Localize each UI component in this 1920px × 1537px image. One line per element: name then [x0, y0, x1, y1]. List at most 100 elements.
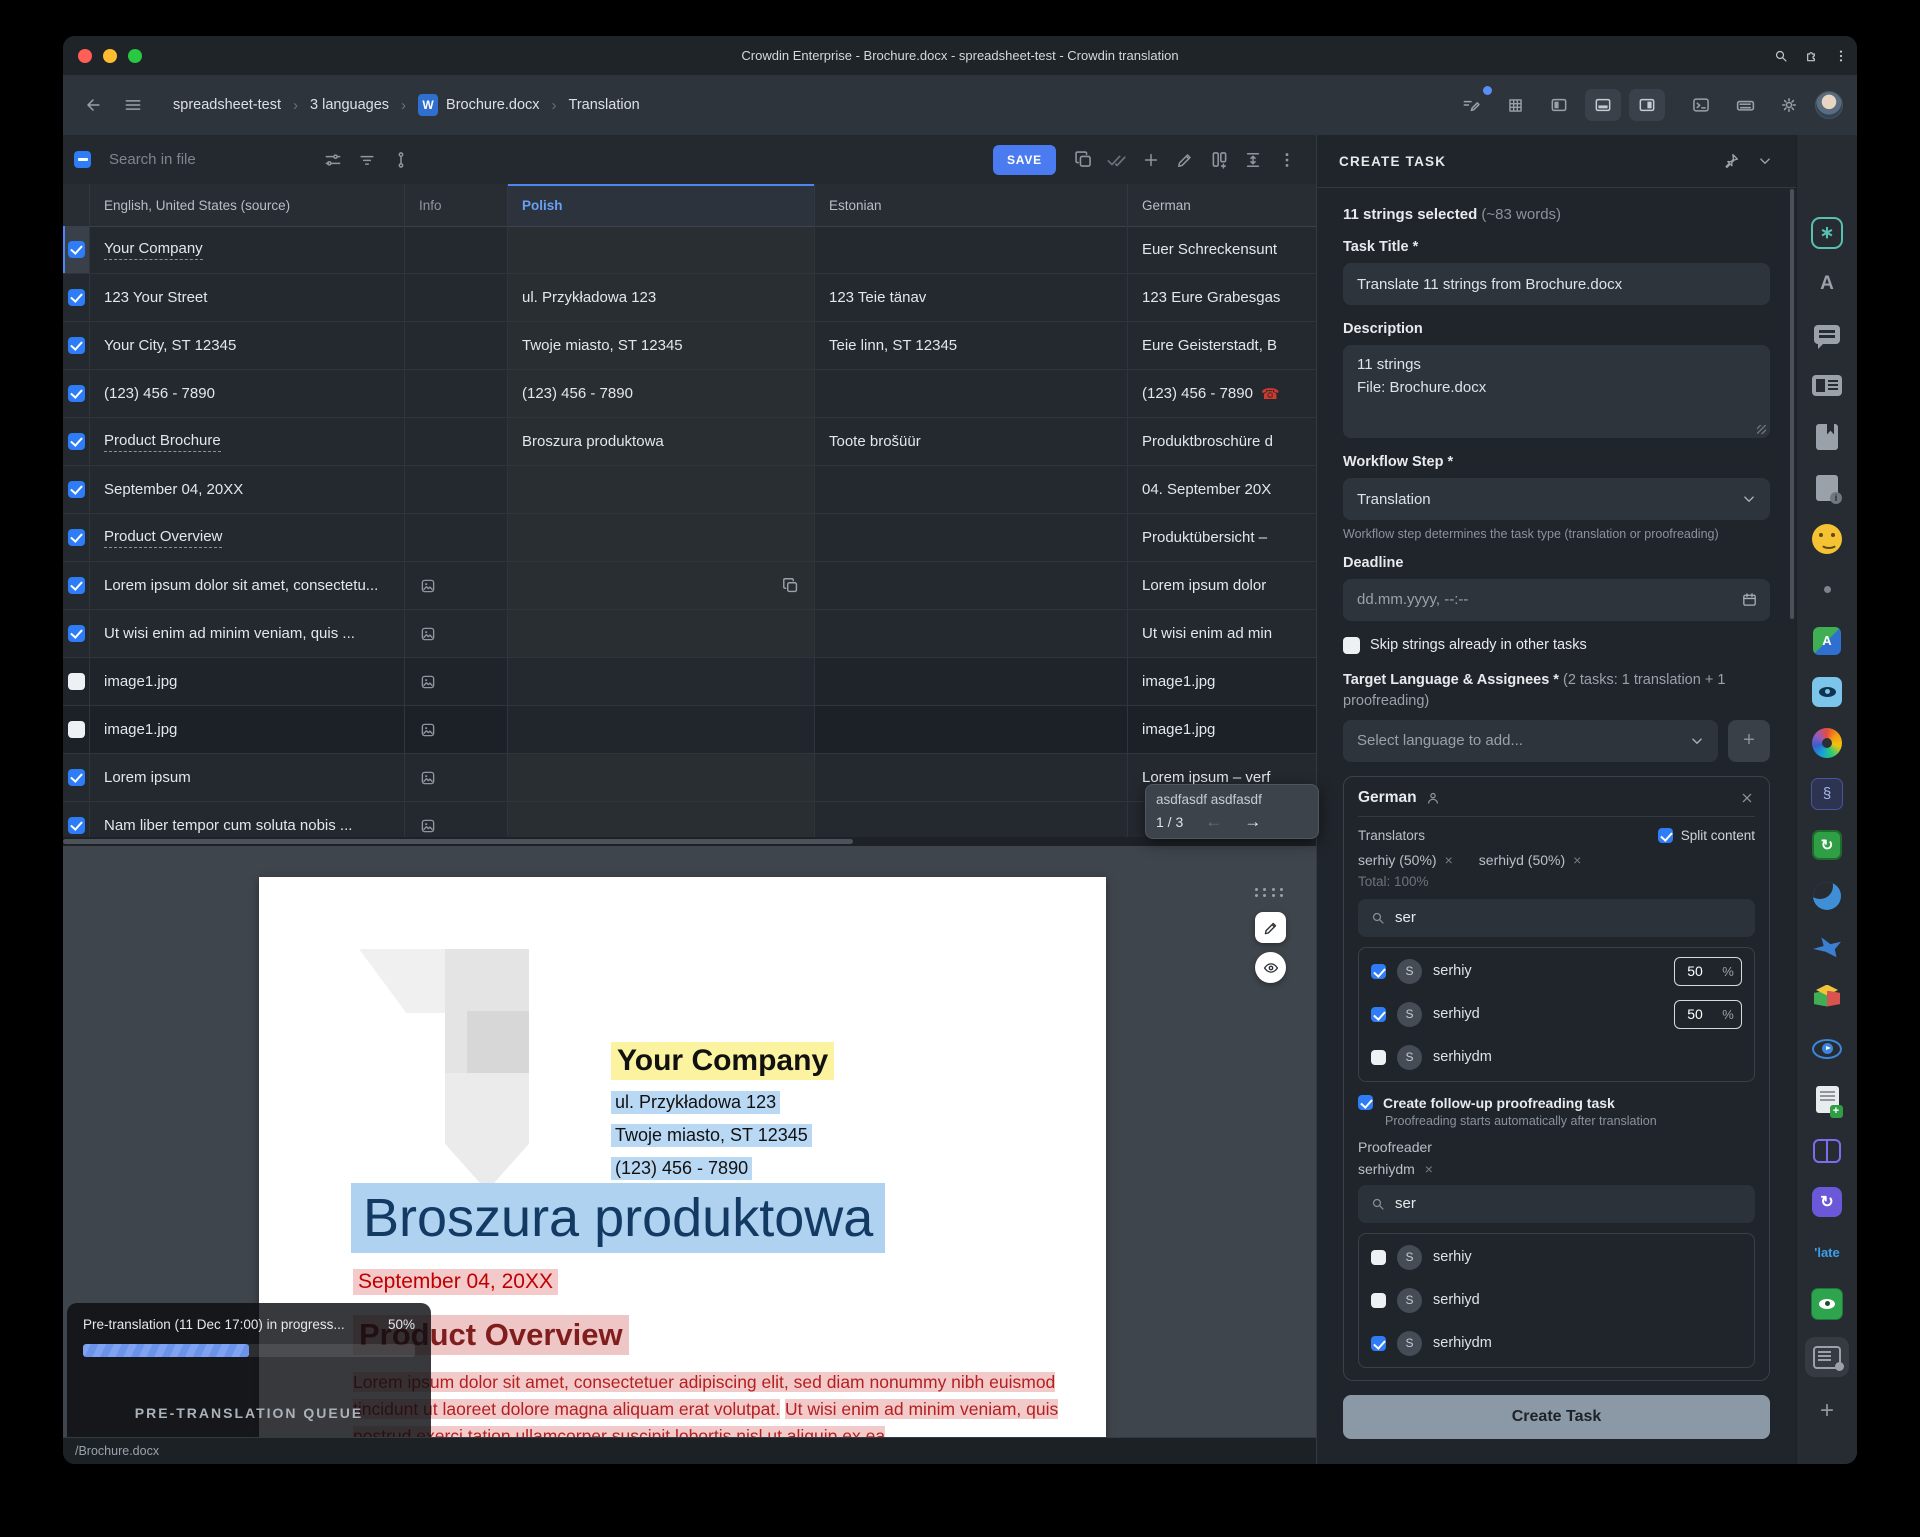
ai-sparkle-icon[interactable]: ∗ — [1797, 207, 1857, 258]
late-app-icon[interactable]: 'late — [1797, 1227, 1857, 1278]
row-checkbox[interactable] — [68, 337, 85, 354]
table-row[interactable]: Your City, ST 12345 Twoje miasto, ST 123… — [63, 322, 1316, 370]
column-header-source[interactable]: English, United States (source) — [90, 184, 405, 226]
blue-bird-icon[interactable] — [1797, 921, 1857, 972]
option-checkbox[interactable] — [1371, 964, 1386, 979]
pre-translation-notification[interactable]: Pre-translation (11 Dec 17:00) in progre… — [67, 1303, 431, 1437]
card-icon[interactable] — [1797, 360, 1857, 411]
back-button[interactable] — [75, 89, 111, 121]
notes-active-icon[interactable] — [1797, 1329, 1857, 1385]
calendar-icon[interactable] — [1741, 591, 1758, 608]
comment-icon[interactable] — [1797, 309, 1857, 360]
image-tag-icon[interactable] — [419, 577, 437, 595]
translate-icon[interactable]: A — [1797, 258, 1857, 309]
preview-edit-button[interactable] — [1255, 912, 1286, 943]
followup-checkbox[interactable] — [1358, 1095, 1373, 1110]
scrollbar-thumb[interactable] — [63, 839, 853, 844]
advanced-filter-button[interactable] — [316, 145, 350, 175]
column-header-polish[interactable]: Polish — [508, 184, 815, 226]
user-avatar[interactable] — [1815, 91, 1843, 119]
add-language-button[interactable]: + — [1728, 720, 1770, 762]
task-title-input[interactable]: Translate 11 strings from Brochure.docx — [1343, 263, 1770, 305]
console-button[interactable] — [1683, 89, 1719, 121]
approve-all-button[interactable] — [1100, 145, 1134, 175]
close-icon[interactable] — [1739, 790, 1755, 806]
breadcrumb-file[interactable]: Brochure.docx — [446, 97, 540, 113]
language-select[interactable]: Select language to add... — [1343, 720, 1718, 762]
pre-translation-button[interactable] — [1453, 89, 1489, 121]
smiley-icon[interactable] — [1797, 513, 1857, 564]
row-checkbox[interactable] — [68, 433, 85, 450]
row-checkbox[interactable] — [68, 241, 85, 258]
breadcrumb-step[interactable]: Translation — [569, 97, 640, 113]
row-checkbox[interactable] — [68, 529, 85, 546]
blue-crescent-icon[interactable] — [1797, 870, 1857, 921]
more-options-button[interactable] — [1270, 145, 1304, 175]
layout-left-button[interactable] — [1541, 89, 1577, 121]
preview-eye-button[interactable] — [1255, 952, 1286, 983]
translator-option[interactable]: S serhiyd 50% — [1371, 993, 1742, 1036]
image-tag-icon[interactable] — [419, 673, 437, 691]
translator-option[interactable]: S serhiy 50% — [1371, 950, 1742, 993]
remove-chip-icon[interactable]: × — [1573, 852, 1581, 868]
green-eye-icon[interactable] — [1797, 1278, 1857, 1329]
grid-view-button[interactable] — [1497, 89, 1533, 121]
settings-button[interactable] — [1771, 89, 1807, 121]
color-wheel-icon[interactable] — [1797, 717, 1857, 768]
breadcrumb-project[interactable]: spreadsheet-test — [173, 97, 281, 113]
option-checkbox[interactable] — [1371, 1336, 1386, 1351]
image-tag-icon[interactable] — [419, 769, 437, 787]
table-row[interactable]: Your Company Euer Schreckensunt — [63, 226, 1316, 274]
doc-info-icon[interactable] — [1797, 462, 1857, 513]
eye-play-icon[interactable] — [1797, 1023, 1857, 1074]
proofreader-option[interactable]: S serhiyd — [1371, 1279, 1742, 1322]
table-row[interactable]: Lorem ipsum Lorem ipsum – verf — [63, 754, 1316, 802]
next-page-arrow[interactable]: → — [1244, 812, 1261, 832]
option-checkbox[interactable] — [1371, 1293, 1386, 1308]
create-task-button[interactable]: Create Task — [1343, 1395, 1770, 1439]
table-row[interactable]: Lorem ipsum dolor sit amet, consectetu..… — [63, 562, 1316, 610]
extensions-puzzle-icon[interactable] — [1803, 48, 1819, 64]
save-button[interactable]: SAVE — [993, 145, 1056, 175]
preview-drag-handle[interactable] — [1255, 888, 1285, 897]
table-row[interactable]: image1.jpg image1.jpg — [63, 706, 1316, 754]
translator-search-input[interactable]: ser — [1358, 899, 1755, 937]
row-checkbox[interactable] — [68, 481, 85, 498]
table-row[interactable]: (123) 456 - 7890 (123) 456 - 7890 (123) … — [63, 370, 1316, 418]
column-header-estonian[interactable]: Estonian — [815, 184, 1128, 226]
main-menu-button[interactable] — [115, 89, 151, 121]
copy-source-button[interactable] — [1066, 145, 1100, 175]
shortcuts-button[interactable] — [1727, 89, 1763, 121]
queue-label[interactable]: PRE-TRANSLATION QUEUE — [67, 1405, 431, 1421]
option-checkbox[interactable] — [1371, 1250, 1386, 1265]
row-checkbox[interactable] — [68, 577, 85, 594]
add-column-button[interactable] — [1202, 145, 1236, 175]
row-checkbox[interactable] — [68, 721, 85, 738]
green-sync-icon[interactable]: ↻ — [1797, 819, 1857, 870]
percent-input[interactable]: 50% — [1674, 957, 1742, 986]
row-height-button[interactable] — [1236, 145, 1270, 175]
option-checkbox[interactable] — [1371, 1007, 1386, 1022]
remove-chip-icon[interactable]: × — [1445, 852, 1453, 868]
proofreader-search-input[interactable]: ser — [1358, 1185, 1755, 1223]
table-row[interactable]: Product Brochure Broszura produktowa Too… — [63, 418, 1316, 466]
zoom-window-button[interactable] — [128, 49, 142, 63]
eye-app-icon[interactable] — [1797, 666, 1857, 717]
layout-bottom-button[interactable] — [1585, 89, 1621, 121]
breadcrumb-languages[interactable]: 3 languages — [310, 97, 389, 113]
workflow-step-select[interactable]: Translation — [1343, 478, 1770, 520]
option-checkbox[interactable] — [1371, 1050, 1386, 1065]
pin-icon[interactable] — [1722, 152, 1740, 170]
image-tag-icon[interactable] — [419, 817, 437, 835]
row-checkbox[interactable] — [68, 625, 85, 642]
column-header-german[interactable]: German — [1128, 184, 1301, 226]
add-extension-icon[interactable]: + — [1797, 1385, 1857, 1436]
color-cube-icon[interactable] — [1797, 972, 1857, 1023]
translator-app-icon[interactable]: A — [1797, 615, 1857, 666]
table-row[interactable]: Product Overview Produktübersicht – — [63, 514, 1316, 562]
edit-button[interactable] — [1168, 145, 1202, 175]
workflow-steps-button[interactable] — [384, 145, 418, 175]
filter-button[interactable] — [350, 145, 384, 175]
percent-input[interactable]: 50% — [1674, 1000, 1742, 1029]
column-header-info[interactable]: Info — [405, 184, 508, 226]
